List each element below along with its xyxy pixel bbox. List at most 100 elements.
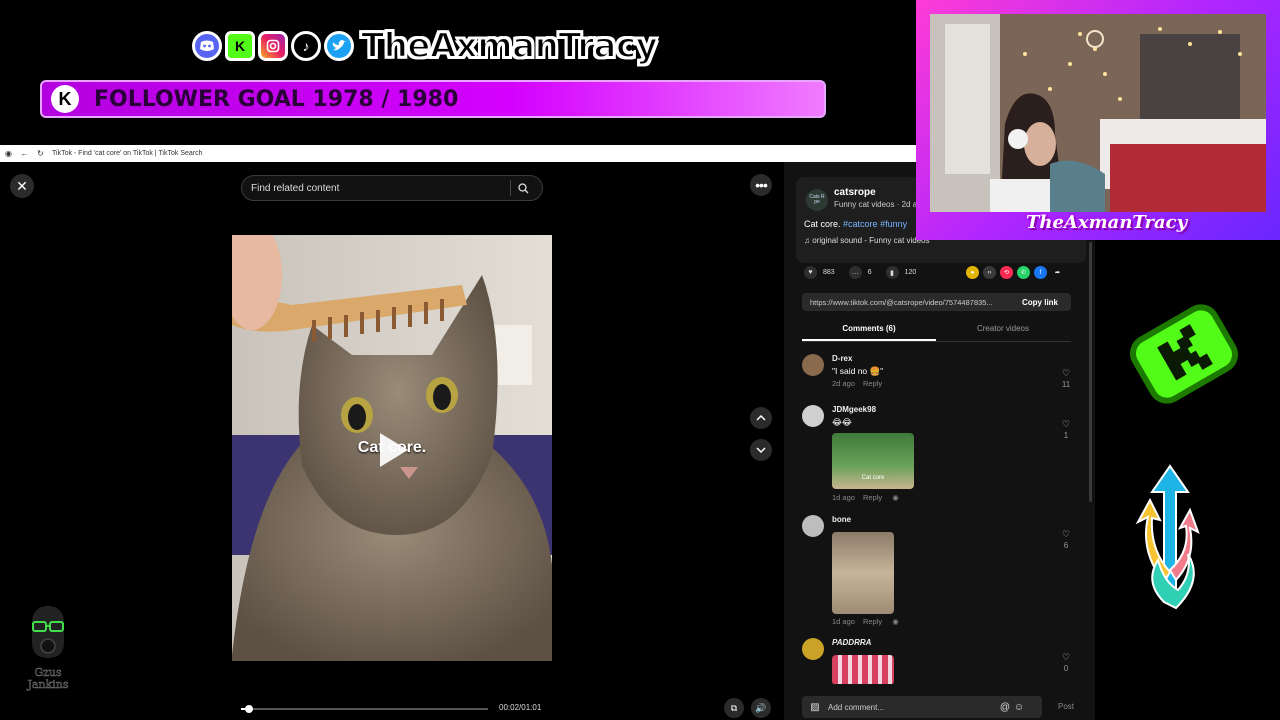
comment-meta: 1d ago Reply ◉: [832, 493, 899, 502]
comment-image[interactable]: [832, 532, 894, 614]
copy-link-button[interactable]: Copy link: [1016, 298, 1058, 307]
follower-goal-text: FOLLOWER GOAL 1978 / 1980: [94, 86, 459, 112]
comment-time: 2d ago: [832, 379, 855, 388]
hashtag-link[interactable]: #catcore: [843, 219, 878, 229]
comment-username[interactable]: JDMgeek98: [832, 405, 876, 414]
heart-outline-icon: ♡: [1061, 652, 1071, 662]
comment-username[interactable]: bone: [832, 515, 851, 524]
avatar[interactable]: [802, 405, 824, 427]
creator-liked-icon: ◉: [892, 617, 899, 626]
reload-icon[interactable]: ↻: [36, 149, 45, 158]
heart-outline-icon: ♡: [1061, 529, 1071, 539]
reply-button[interactable]: Reply: [863, 493, 882, 502]
video-description: Cat core. #catcore #funny: [804, 219, 907, 229]
avatar[interactable]: [802, 515, 824, 537]
tab-creator-videos[interactable]: Creator videos: [936, 320, 1070, 341]
details-panel: Cats R pe catsrope Funny cat videos · 2d…: [784, 162, 1095, 720]
volume-button[interactable]: 🔊: [751, 698, 771, 718]
video-url: https://www.tiktok.com/@catsrope/video/7…: [810, 297, 993, 307]
whatsapp-icon[interactable]: ✆: [1017, 266, 1030, 279]
video-player[interactable]: Cat core.: [232, 235, 552, 661]
webcam-scene: [930, 14, 1266, 212]
back-icon[interactable]: ←: [20, 149, 29, 158]
tiktok-viewer: ✕ Find related content Cat core. 00:02/0…: [0, 162, 1095, 720]
comment-username[interactable]: PADDRRA: [832, 638, 871, 647]
play-icon[interactable]: [380, 433, 408, 467]
search-icon[interactable]: [511, 182, 535, 194]
comment-text: "I said no 🍔": [832, 366, 884, 376]
avatar[interactable]: [802, 354, 824, 376]
comment-text: 😂😂: [832, 417, 852, 427]
close-button[interactable]: ✕: [10, 174, 34, 198]
repost-icon[interactable]: ⟲: [1000, 266, 1013, 279]
comment-image[interactable]: [832, 655, 894, 684]
comment-time: 1d ago: [832, 617, 855, 626]
share-arrow-icon[interactable]: ➦: [1051, 266, 1064, 279]
comment-like-count: 0: [1063, 664, 1069, 673]
mention-icon[interactable]: @: [998, 702, 1012, 713]
comment-like-count: 11: [1061, 380, 1071, 389]
heart-icon[interactable]: ♥: [804, 266, 817, 279]
reply-button[interactable]: Reply: [863, 617, 882, 626]
kick-icon: K: [225, 31, 255, 61]
emoji-icon[interactable]: ☺: [1012, 702, 1026, 713]
gzus-jankins-name: Gzus Jankins: [27, 666, 69, 691]
chevron-down-icon: [756, 447, 766, 453]
picture-in-picture-icon: ⧉: [730, 702, 738, 713]
coin-icon[interactable]: ●: [966, 266, 979, 279]
discord-icon: [192, 31, 222, 61]
search-bar[interactable]: [241, 175, 543, 201]
reply-button[interactable]: Reply: [863, 379, 882, 388]
comment-username[interactable]: D-rex: [832, 354, 852, 363]
share-link-row: https://www.tiktok.com/@catsrope/video/7…: [802, 293, 1071, 311]
webcam-frame: TheAxmanTracy: [916, 0, 1280, 240]
comment-meta: 2d ago Reply: [832, 379, 882, 388]
share-icons: ● ‹› ⟲ ✆ f ➦: [966, 266, 1064, 279]
sound-name[interactable]: original sound - Funny cat videos: [812, 236, 929, 245]
comment-item: bone 1d ago Reply ◉ ♡ 6: [802, 515, 1074, 627]
previous-video-button[interactable]: [750, 407, 772, 429]
twitter-icon: [324, 31, 354, 61]
bookmark-icon[interactable]: ▮: [885, 266, 899, 279]
comment-item: D-rex "I said no 🍔" 2d ago Reply ♡ 11: [802, 354, 1074, 400]
post-button[interactable]: Post: [1058, 702, 1074, 711]
image-caption: Cat core: [861, 475, 885, 481]
social-links: K ♪ TheAxmanTracy: [192, 24, 659, 68]
progress-handle[interactable]: [245, 705, 254, 713]
comment-image[interactable]: Cat core: [832, 433, 914, 489]
hashtag-link[interactable]: #funny: [880, 219, 907, 229]
embed-icon[interactable]: ‹›: [983, 266, 996, 279]
comment-count: 6: [867, 269, 872, 276]
music-note-icon: ♫: [804, 236, 810, 245]
video-time: 00:02/01:01: [499, 703, 542, 712]
instagram-icon: [258, 31, 288, 61]
comment-like[interactable]: ♡ 11: [1060, 368, 1072, 389]
sound-link[interactable]: ♫ original sound - Funny cat videos: [804, 236, 930, 245]
kick-logo-icon: [1130, 304, 1238, 404]
tiktok-icon: ♪: [291, 31, 321, 61]
comment-box[interactable]: ▨ @ ☺: [802, 696, 1042, 718]
volume-icon: 🔊: [755, 702, 767, 713]
comment-like[interactable]: ♡ 0: [1060, 652, 1072, 673]
tab-comments[interactable]: Comments (6): [802, 320, 936, 341]
comment-meta: 1d ago Reply ◉: [832, 617, 899, 626]
author-subtitle: Funny cat videos · 2d a: [834, 200, 918, 209]
pip-button[interactable]: ⧉: [724, 698, 744, 718]
more-dots-icon: •••: [755, 177, 768, 193]
search-input[interactable]: [242, 182, 510, 194]
facebook-icon[interactable]: f: [1034, 266, 1047, 279]
avatar[interactable]: [802, 638, 824, 660]
next-video-button[interactable]: [750, 439, 772, 461]
comment-like[interactable]: ♡ 1: [1060, 419, 1072, 440]
comment-like[interactable]: ♡ 6: [1060, 529, 1072, 550]
author-avatar[interactable]: Cats R pe: [806, 189, 828, 211]
comment-emoji-sticker-icon: ▨: [810, 701, 820, 713]
more-options-button[interactable]: •••: [750, 174, 772, 196]
author-name[interactable]: catsrope: [834, 187, 876, 198]
browser-tab-title: TikTok - Find 'cat core' on TikTok | Tik…: [52, 150, 203, 157]
video-progress-bar[interactable]: [241, 705, 488, 713]
comment-input[interactable]: [828, 702, 998, 712]
comment-icon[interactable]: …: [848, 266, 862, 279]
comments-scrollbar[interactable]: [1089, 242, 1092, 502]
like-count: 883: [823, 269, 835, 276]
